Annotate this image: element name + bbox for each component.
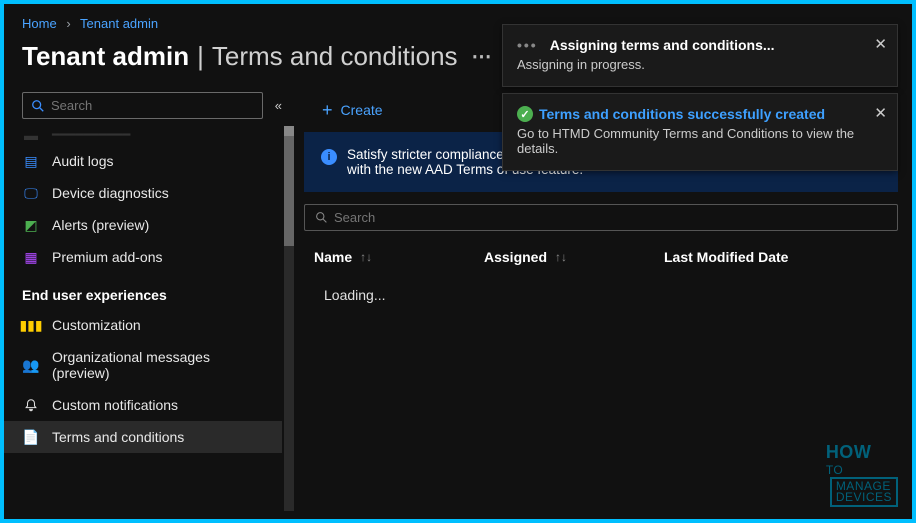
- document-icon: 📄: [22, 429, 40, 445]
- sidebar-search-input[interactable]: [51, 98, 254, 113]
- main-search-input[interactable]: [334, 210, 887, 225]
- plus-icon: +: [322, 103, 333, 117]
- sidebar-item-label: Alerts (preview): [52, 217, 149, 233]
- sidebar-item-premium-addons[interactable]: ▦ Premium add-ons: [4, 241, 282, 273]
- sidebar-item-label: Premium add-ons: [52, 249, 163, 265]
- sidebar-item-customization[interactable]: ▮▮▮ Customization: [4, 309, 282, 341]
- collapse-sidebar-icon[interactable]: «: [275, 98, 282, 113]
- sidebar-item-label: Terms and conditions: [52, 429, 184, 445]
- page-title-main: Tenant admin: [22, 41, 189, 72]
- sidebar-item-label: Device diagnostics: [52, 185, 169, 201]
- grid-icon: ▦: [22, 249, 40, 265]
- sidebar-item-custom-notifications[interactable]: Custom notifications: [4, 389, 282, 421]
- sidebar-item-terms-conditions[interactable]: 📄 Terms and conditions: [4, 421, 282, 453]
- sort-icon[interactable]: ↑↓: [360, 250, 372, 264]
- page-title-sub: Terms and conditions: [212, 41, 458, 72]
- toast-body: Go to HTMD Community Terms and Condition…: [517, 126, 859, 156]
- bell-icon: [22, 397, 40, 413]
- sort-icon[interactable]: ↑↓: [555, 250, 567, 264]
- sidebar-item-label: Custom notifications: [52, 397, 178, 413]
- sidebar-search[interactable]: [22, 92, 263, 119]
- breadcrumb-separator: ›: [66, 16, 70, 31]
- create-button-label: Create: [341, 102, 383, 118]
- toast-stack: ••• Assigning terms and conditions... As…: [502, 24, 898, 171]
- sidebar-scrollbar[interactable]: [284, 126, 294, 511]
- log-icon: ▤: [22, 153, 40, 169]
- page-title-separator: |: [197, 41, 204, 72]
- create-button[interactable]: + Create: [314, 98, 391, 122]
- toast-body: Assigning in progress.: [517, 57, 859, 72]
- breadcrumb-current[interactable]: Tenant admin: [80, 16, 158, 31]
- main-search[interactable]: [304, 204, 898, 231]
- ellipsis-icon: •••: [517, 37, 538, 53]
- column-last-modified[interactable]: Last Modified Date: [664, 249, 788, 265]
- toast-assigning: ••• Assigning terms and conditions... As…: [502, 24, 898, 87]
- sidebar-item-truncated[interactable]: ▬ ━━━━━━━━━━: [4, 127, 282, 145]
- search-icon: [31, 99, 45, 113]
- more-icon[interactable]: ⋯: [472, 44, 492, 69]
- column-name[interactable]: Name ↑↓: [314, 249, 484, 265]
- toast-title: Assigning terms and conditions...: [550, 37, 775, 53]
- column-assigned[interactable]: Assigned ↑↓: [484, 249, 664, 265]
- alert-icon: ◩: [22, 217, 40, 233]
- toast-created[interactable]: ✓ Terms and conditions successfully crea…: [502, 93, 898, 171]
- table-header: Name ↑↓ Assigned ↑↓ Last Modified Date: [304, 241, 898, 273]
- sidebar: « ▬ ━━━━━━━━━━ ▤ Audit logs 🖵 Device dia…: [4, 86, 296, 511]
- watermark: HOWTO MANAGEDEVICES: [826, 442, 898, 507]
- sidebar-nav: ▬ ━━━━━━━━━━ ▤ Audit logs 🖵 Device diagn…: [4, 127, 296, 453]
- monitor-icon: 🖵: [22, 185, 40, 201]
- sidebar-item-label: Organizational messages (preview): [52, 349, 252, 381]
- sidebar-item-audit-logs[interactable]: ▤ Audit logs: [4, 145, 282, 177]
- success-check-icon: ✓: [517, 106, 533, 122]
- palette-icon: ▮▮▮: [22, 317, 40, 333]
- sidebar-item-org-messages[interactable]: 👥 Organizational messages (preview): [4, 341, 282, 389]
- sidebar-item-alerts[interactable]: ◩ Alerts (preview): [4, 209, 282, 241]
- close-icon[interactable]: ✕: [874, 104, 887, 122]
- gear-icon: ▬: [22, 127, 40, 143]
- toast-title[interactable]: Terms and conditions successfully create…: [539, 106, 825, 122]
- breadcrumb-home[interactable]: Home: [22, 16, 57, 31]
- people-icon: 👥: [22, 357, 40, 373]
- table-loading: Loading...: [304, 273, 898, 317]
- info-icon: i: [321, 149, 337, 165]
- sidebar-item-label: Audit logs: [52, 153, 113, 169]
- sidebar-item-label: Customization: [52, 317, 141, 333]
- close-icon[interactable]: ✕: [874, 35, 887, 53]
- search-icon: [315, 211, 328, 224]
- scrollbar-thumb[interactable]: [284, 136, 294, 246]
- sidebar-section-heading: End user experiences: [4, 273, 282, 309]
- sidebar-item-device-diagnostics[interactable]: 🖵 Device diagnostics: [4, 177, 282, 209]
